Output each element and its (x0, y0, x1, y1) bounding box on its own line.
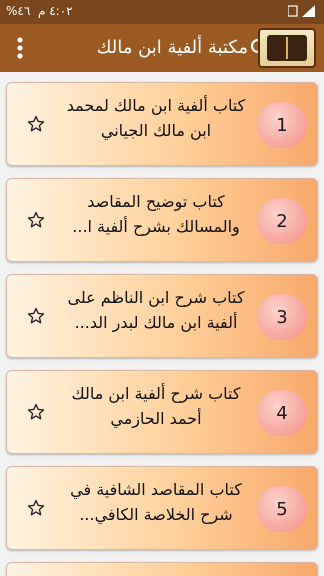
item-number: 4 (257, 390, 307, 436)
item-number: 2 (257, 198, 307, 244)
book-logo (258, 28, 316, 68)
favorite-star-icon[interactable] (7, 179, 65, 261)
favorite-star-icon[interactable] (7, 371, 65, 453)
book-item-4[interactable]: 4 كتاب شرح ألفية ابن مالك أحمد الحازمي (6, 370, 318, 454)
item-number: 5 (257, 486, 307, 532)
clock: ٤:٠٢ م (37, 4, 73, 18)
battery-level: ٤٦% (6, 4, 31, 18)
book-logo-image (267, 35, 307, 61)
book-title: كتاب توضيح المقاصد والمسالك بشرح ألفية ا… (72, 192, 240, 236)
status-bar: ٤:٠٢ م ٤٦% (0, 0, 324, 24)
book-item-next-partial[interactable] (6, 562, 318, 576)
book-title: كتاب المقاصد الشافية في شرح الخلاصة الكا… (70, 480, 242, 524)
book-item-5[interactable]: 5 كتاب المقاصد الشافية في شرح الخلاصة ال… (6, 466, 318, 550)
status-time: ٤:٠٢ م ٤٦% (6, 4, 73, 18)
book-title: كتاب شرح ألفية ابن مالك أحمد الحازمي (71, 384, 241, 428)
favorite-star-icon[interactable] (7, 275, 65, 357)
book-item-3[interactable]: 3 كتاب شرح ابن الناظم على ألفية ابن مالك… (6, 274, 318, 358)
app-bar: مكتبة ألفية ابن مالك (0, 24, 324, 72)
book-title: كتاب شرح ابن الناظم على ألفية ابن مالك ل… (67, 288, 245, 332)
app-title: مكتبة ألفية ابن مالك (96, 37, 248, 58)
book-item-2[interactable]: 2 كتاب توضيح المقاصد والمسالك بشرح ألفية… (6, 178, 318, 262)
book-list: 1 كتاب ألفية ابن مالك لمحمد ابن مالك الج… (0, 72, 324, 576)
favorite-star-icon[interactable] (7, 467, 65, 549)
signal-icon (287, 4, 318, 21)
favorite-star-icon[interactable] (7, 83, 65, 165)
book-item-1[interactable]: 1 كتاب ألفية ابن مالك لمحمد ابن مالك الج… (6, 82, 318, 166)
more-options-icon[interactable] (0, 24, 40, 72)
item-number: 1 (257, 102, 307, 148)
item-number: 3 (257, 294, 307, 340)
book-title: كتاب ألفية ابن مالك لمحمد ابن مالك الجيا… (66, 96, 246, 140)
